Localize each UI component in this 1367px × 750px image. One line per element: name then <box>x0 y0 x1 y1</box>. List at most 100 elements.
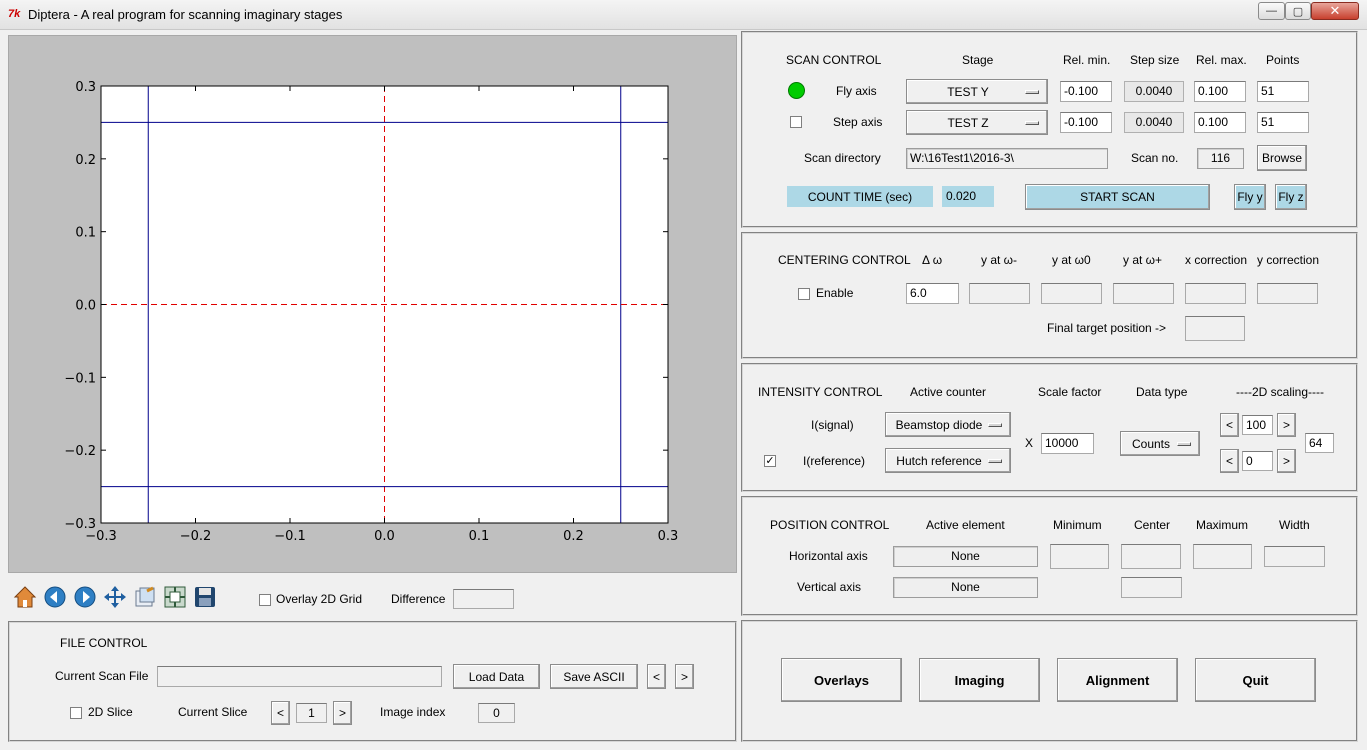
forward-icon[interactable] <box>72 584 98 610</box>
imaging-button[interactable]: Imaging <box>919 658 1040 702</box>
reference-counter-menu[interactable]: Hutch reference <box>885 448 1011 473</box>
y-tick-label: −0.3 <box>64 517 96 532</box>
alignment-button[interactable]: Alignment <box>1057 658 1178 702</box>
save-ascii-button[interactable]: Save ASCII <box>550 664 638 689</box>
step-points-field[interactable]: 51 <box>1257 112 1309 133</box>
signal-counter-value: Beamstop diode <box>895 417 983 432</box>
title-bar: 7k Diptera - A real program for scanning… <box>0 0 1367 30</box>
scale-hi-increase-button[interactable]: > <box>1277 413 1296 437</box>
scale-factor-header: Scale factor <box>1038 385 1102 399</box>
step-axis-stage-menu[interactable]: TEST Z <box>906 110 1048 135</box>
current-slice-field[interactable]: 1 <box>296 703 327 723</box>
scale-lo-field[interactable]: 0 <box>1242 451 1273 471</box>
window-title: Diptera - A real program for scanning im… <box>28 7 343 22</box>
difference-field[interactable] <box>453 589 514 609</box>
home-icon[interactable] <box>12 584 38 610</box>
y-at-omega-plus-field <box>1113 283 1174 304</box>
maximize-button[interactable]: ▢ <box>1285 2 1311 20</box>
i-signal-label: I(signal) <box>811 418 854 432</box>
count-time-label: COUNT TIME (sec) <box>787 186 933 207</box>
y-tick-label: 0.1 <box>75 226 96 241</box>
rel-max-header: Rel. max. <box>1196 53 1247 67</box>
y-tick-label: −0.2 <box>64 444 96 459</box>
image-index-field[interactable]: 0 <box>478 703 515 723</box>
data-type-menu[interactable]: Counts <box>1120 431 1200 456</box>
start-scan-button[interactable]: START SCAN <box>1025 184 1210 210</box>
step-axis-checkbox[interactable] <box>790 116 802 128</box>
fly-rel-max-field[interactable]: 0.100 <box>1194 81 1246 102</box>
save-icon[interactable] <box>192 584 218 610</box>
file-next-button[interactable]: > <box>675 664 694 689</box>
minimize-button[interactable]: — <box>1258 2 1285 20</box>
fly-y-button[interactable]: Fly y <box>1234 184 1266 210</box>
2d-slice-checkbox[interactable] <box>70 707 82 719</box>
file-prev-button[interactable]: < <box>647 664 666 689</box>
reference-checkbox[interactable]: ✓ <box>764 455 776 467</box>
step-rel-min-field[interactable]: -0.100 <box>1060 112 1112 133</box>
horizontal-maximum-field <box>1193 544 1252 569</box>
browse-button[interactable]: Browse <box>1257 145 1307 171</box>
signal-counter-menu[interactable]: Beamstop diode <box>885 412 1011 437</box>
data-type-value: Counts <box>1131 436 1171 451</box>
configure-icon[interactable] <box>132 584 158 610</box>
2d-scaling-header: ----2D scaling---- <box>1236 385 1324 399</box>
stage-header: Stage <box>962 53 994 67</box>
fly-axis-stage-menu[interactable]: TEST Y <box>906 79 1048 104</box>
scale-hi-decrease-button[interactable]: < <box>1220 413 1239 437</box>
chevron-down-icon <box>1177 442 1191 446</box>
zoom-icon[interactable] <box>162 584 188 610</box>
fly-z-button[interactable]: Fly z <box>1275 184 1307 210</box>
width-header: Width <box>1279 518 1310 532</box>
load-data-button[interactable]: Load Data <box>453 664 540 689</box>
scale-extra-field[interactable]: 64 <box>1305 433 1334 453</box>
count-time-field[interactable]: 0.020 <box>942 186 994 207</box>
pan-icon[interactable] <box>102 584 128 610</box>
y-correction-header: y correction <box>1257 253 1320 267</box>
x-tick-label: 0.3 <box>658 529 679 544</box>
fly-points-field[interactable]: 51 <box>1257 81 1309 102</box>
scale-lo-increase-button[interactable]: > <box>1277 449 1296 473</box>
centering-control-title: CENTERING CONTROL <box>778 253 911 267</box>
center-header: Center <box>1134 518 1171 532</box>
centering-enable-checkbox[interactable] <box>798 288 810 300</box>
close-button[interactable]: ✕ <box>1311 2 1359 20</box>
scan-directory-field[interactable]: W:\16Test1\2016-3\ <box>906 148 1108 169</box>
x-tick-label: −0.1 <box>274 529 306 544</box>
image-index-label: Image index <box>380 705 446 719</box>
fly-axis-stage-value: TEST Y <box>947 84 989 99</box>
step-size-header: Step size <box>1130 53 1180 67</box>
quit-button[interactable]: Quit <box>1195 658 1316 702</box>
slice-prev-button[interactable]: < <box>271 701 290 725</box>
y-tick-label: 0.2 <box>75 153 96 168</box>
fly-rel-min-field[interactable]: -0.100 <box>1060 81 1112 102</box>
current-scan-file-field[interactable] <box>157 666 442 687</box>
back-icon[interactable] <box>42 584 68 610</box>
intensity-control-title: INTENSITY CONTROL <box>758 385 883 399</box>
chevron-down-icon <box>1025 121 1039 125</box>
x-tick-label: −0.2 <box>180 529 212 544</box>
horizontal-width-field <box>1264 546 1325 567</box>
y-at-omega-minus-header: y at ω- <box>981 253 1018 267</box>
step-step-size-field: 0.0040 <box>1124 112 1184 133</box>
horizontal-axis-label: Horizontal axis <box>789 549 868 563</box>
chevron-down-icon <box>988 459 1002 463</box>
i-reference-label: I(reference) <box>803 454 866 468</box>
y-at-omega0-header: y at ω0 <box>1052 253 1091 267</box>
scale-factor-field[interactable]: 10000 <box>1041 433 1094 454</box>
scale-hi-field[interactable]: 100 <box>1242 415 1273 435</box>
plot-canvas[interactable]: −0.3 −0.2 −0.1 0.0 0.1 0.2 0.3 0.3 0.2 0.1 0.0 −0.1… <box>8 35 737 573</box>
chevron-down-icon <box>1025 90 1039 94</box>
vertical-center-field <box>1121 577 1182 598</box>
slice-next-button[interactable]: > <box>333 701 352 725</box>
vertical-active-element-field: None <box>893 577 1038 598</box>
overlay-2d-grid-label: Overlay 2D Grid <box>276 592 363 606</box>
scan-directory-label: Scan directory <box>804 151 881 165</box>
position-control-title: POSITION CONTROL <box>770 518 890 532</box>
step-rel-max-field[interactable]: 0.100 <box>1194 112 1246 133</box>
overlay-2d-grid-checkbox[interactable] <box>259 594 271 606</box>
scale-lo-decrease-button[interactable]: < <box>1220 449 1239 473</box>
y-correction-field <box>1257 283 1318 304</box>
overlays-button[interactable]: Overlays <box>781 658 902 702</box>
y-tick-label: 0.0 <box>75 299 96 314</box>
delta-omega-field[interactable]: 6.0 <box>906 283 959 304</box>
